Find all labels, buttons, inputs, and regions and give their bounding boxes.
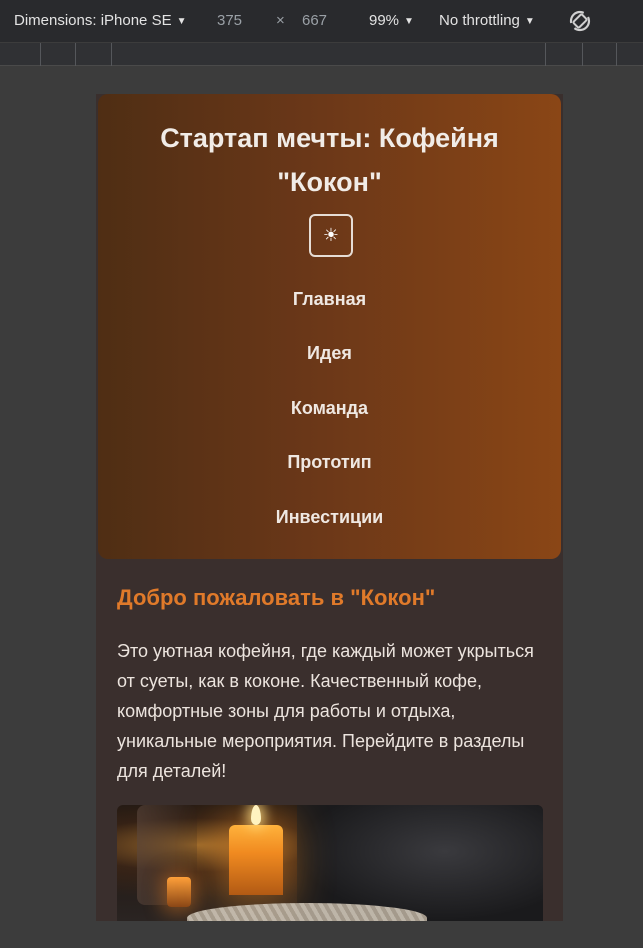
nav-item-idea[interactable]: Идея [98, 342, 561, 364]
nav-item-home[interactable]: Главная [98, 288, 561, 310]
ruler-divider [111, 43, 112, 66]
device-viewport: Стартап мечты: Кофейня "Кокон" ☀ Главная… [96, 94, 563, 921]
theme-toggle-button[interactable]: ☀ [309, 214, 353, 257]
viewport-width-input[interactable]: 375 [217, 12, 242, 29]
chevron-down-icon: ▼ [404, 16, 414, 27]
nav-item-team[interactable]: Команда [98, 397, 561, 419]
site-title: Стартап мечты: Кофейня "Кокон" [160, 123, 499, 197]
viewport-height-input[interactable]: 667 [302, 12, 327, 29]
welcome-text: Это уютная кофейня, где каждый может укр… [117, 641, 534, 781]
ruler-divider [582, 43, 583, 66]
ruler-divider [40, 43, 41, 66]
nav-item-prototype[interactable]: Прототип [98, 451, 561, 473]
ruler-divider [616, 43, 617, 66]
device-dimensions-dropdown[interactable]: Dimensions: iPhone SE ▼ [14, 12, 187, 29]
photo-main-candle [229, 825, 283, 895]
candles-photo [117, 805, 543, 921]
photo-small-candle [167, 877, 191, 907]
devtools-toolbar: Dimensions: iPhone SE ▼ 375 × 667 99% ▼ No… [0, 0, 643, 42]
chevron-down-icon: ▼ [524, 16, 535, 27]
media-query-ruler [0, 42, 643, 66]
welcome-title: Добро пожаловать в "Кокон" [117, 585, 436, 610]
photo-flame [251, 805, 261, 825]
rotate-icon[interactable] [568, 9, 592, 33]
device-dimensions-label: Dimensions: iPhone SE [14, 12, 172, 29]
site-header: Стартап мечты: Кофейня "Кокон" ☀ Главная… [98, 94, 561, 559]
dimension-separator: × [276, 12, 285, 29]
zoom-dropdown[interactable]: 99% ▼ [369, 12, 414, 29]
ruler-divider [75, 43, 76, 66]
throttling-dropdown[interactable]: No throttling ▼ [439, 12, 535, 29]
throttling-label: No throttling [439, 12, 520, 29]
chevron-down-icon: ▼ [176, 16, 187, 27]
ruler-divider [545, 43, 546, 66]
zoom-label: 99% [369, 12, 400, 29]
sun-icon: ☀ [322, 225, 340, 245]
nav-item-investments[interactable]: Инвестиции [98, 506, 561, 528]
